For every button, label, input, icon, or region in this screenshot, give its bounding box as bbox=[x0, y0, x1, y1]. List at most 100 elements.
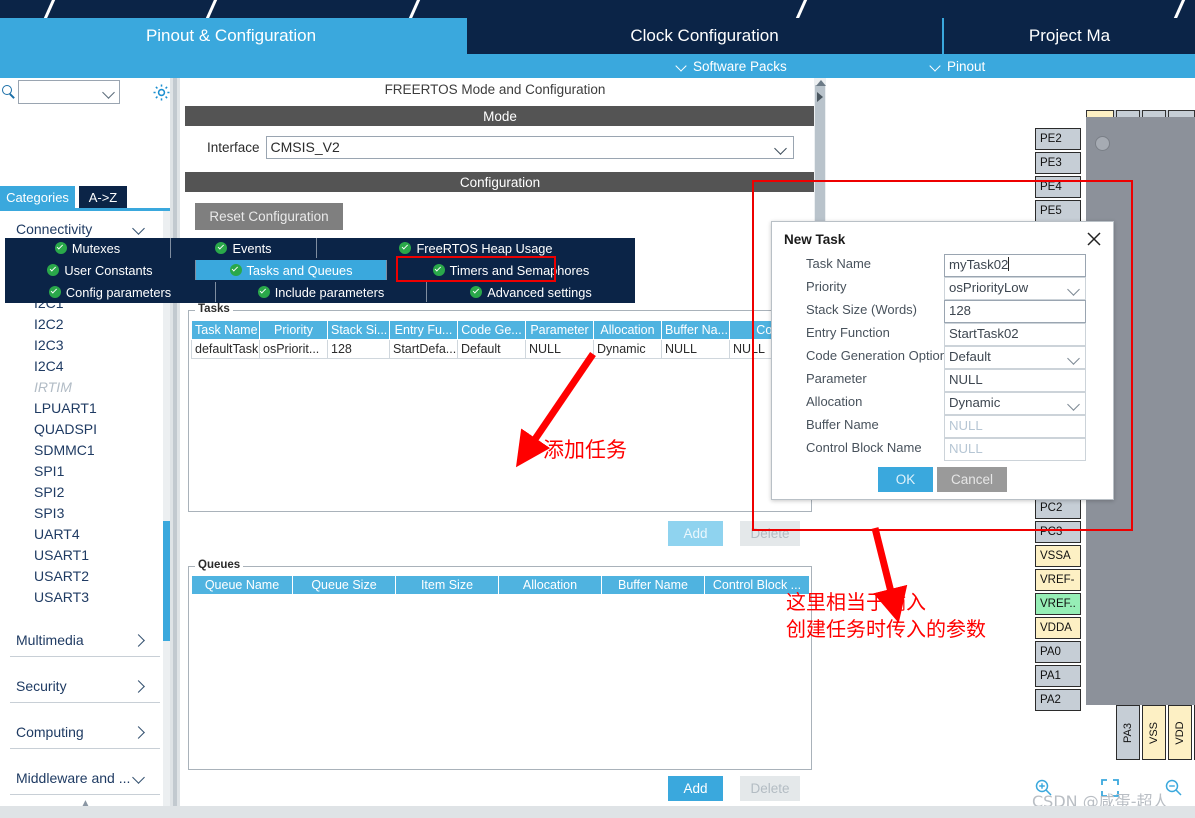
sidebar-item-quadspi[interactable]: QUADSPI bbox=[0, 419, 170, 440]
tasks-col-allocation[interactable]: Allocation bbox=[593, 320, 662, 340]
dialog-cancel-button[interactable]: Cancel bbox=[937, 467, 1007, 492]
cell-code-generation[interactable]: Default bbox=[457, 339, 526, 359]
scroll-right-arrow-icon[interactable] bbox=[817, 92, 823, 102]
sidebar-item-usart3[interactable]: USART3 bbox=[0, 587, 170, 608]
tab-advanced-settings[interactable]: Advanced settings bbox=[427, 282, 635, 302]
pin-vss[interactable]: VSS bbox=[1142, 705, 1166, 760]
control-block-name-input[interactable]: NULL bbox=[944, 438, 1086, 461]
tab-label: Events bbox=[232, 240, 272, 256]
tasks-add-button[interactable]: Add bbox=[668, 521, 723, 546]
check-circle-icon bbox=[48, 286, 61, 298]
cell-stack-size[interactable]: 128 bbox=[327, 339, 390, 359]
sidebar-item-usart1[interactable]: USART1 bbox=[0, 545, 170, 566]
pin-pe2[interactable]: PE2 bbox=[1035, 128, 1081, 150]
menu-software-packs[interactable]: Software Packs bbox=[676, 54, 787, 78]
sidebar-group-security[interactable]: Security bbox=[10, 668, 160, 703]
priority-select[interactable]: osPriorityLow bbox=[944, 277, 1086, 300]
queues-add-button[interactable]: Add bbox=[668, 776, 723, 801]
tasks-col-stack-size[interactable]: Stack Si... bbox=[327, 320, 390, 340]
pin-pa1[interactable]: PA1 bbox=[1035, 665, 1081, 687]
close-icon[interactable] bbox=[1085, 230, 1103, 248]
tasks-col-priority[interactable]: Priority bbox=[259, 320, 328, 340]
pin-vdda[interactable]: VDDA bbox=[1035, 617, 1081, 639]
queues-col-item-size[interactable]: Item Size bbox=[395, 575, 499, 595]
queues-col-queue-name[interactable]: Queue Name bbox=[191, 575, 293, 595]
sidebar-item-uart4[interactable]: UART4 bbox=[0, 524, 170, 545]
cell-priority[interactable]: osPriorit... bbox=[259, 339, 328, 359]
pin-pa3[interactable]: PA3 bbox=[1116, 705, 1140, 760]
field-value: 128 bbox=[949, 303, 972, 318]
cell-entry-function[interactable]: StartDefa... bbox=[389, 339, 458, 359]
pin-pa2[interactable]: PA2 bbox=[1035, 689, 1081, 711]
tasks-col-task-name[interactable]: Task Name bbox=[191, 320, 260, 340]
code-generation-option-select[interactable]: Default bbox=[944, 346, 1086, 369]
tasks-col-buffer-name[interactable]: Buffer Na... bbox=[661, 320, 730, 340]
tasks-col-parameter[interactable]: Parameter bbox=[525, 320, 594, 340]
pin-pe3[interactable]: PE3 bbox=[1035, 152, 1081, 174]
tab-clock-configuration[interactable]: Clock Configuration bbox=[467, 18, 942, 54]
sidebar-item-lpuart1[interactable]: LPUART1 bbox=[0, 398, 170, 419]
sidebar-item-spi2[interactable]: SPI2 bbox=[0, 482, 170, 503]
queues-col-buffer-name[interactable]: Buffer Name bbox=[601, 575, 705, 595]
button-label: Add bbox=[683, 526, 708, 541]
task-name-input[interactable]: myTask02 bbox=[944, 254, 1086, 277]
buffer-name-input[interactable]: NULL bbox=[944, 415, 1086, 438]
sidebar-item-usart2[interactable]: USART2 bbox=[0, 566, 170, 587]
sidebar-splitter[interactable] bbox=[170, 78, 180, 818]
chevron-down-icon bbox=[676, 61, 687, 72]
tab-categories[interactable]: Categories bbox=[0, 186, 75, 208]
pin-label: PE2 bbox=[1040, 133, 1062, 145]
tab-project-manager[interactable]: Project Ma bbox=[944, 18, 1195, 54]
pin-pa0[interactable]: PA0 bbox=[1035, 641, 1081, 663]
tab-user-constants[interactable]: User Constants bbox=[5, 260, 195, 280]
stack-size-input[interactable]: 128 bbox=[944, 300, 1086, 323]
pin-label: VDDA bbox=[1040, 622, 1072, 634]
sidebar-group-middleware[interactable]: Middleware and ... bbox=[10, 760, 160, 795]
tab-config-parameters[interactable]: Config parameters bbox=[5, 282, 215, 302]
tasks-col-code-generation[interactable]: Code Ge... bbox=[457, 320, 526, 340]
pin-vref-minus[interactable]: VREF- bbox=[1035, 569, 1081, 591]
sidebar-group-multimedia[interactable]: Multimedia bbox=[10, 622, 160, 657]
field-label: Priority bbox=[806, 279, 847, 294]
tab-events[interactable]: Events bbox=[171, 238, 316, 258]
tab-a-to-z[interactable]: A->Z bbox=[79, 186, 127, 208]
queues-col-queue-size[interactable]: Queue Size bbox=[292, 575, 396, 595]
sidebar-item-sdmmc1[interactable]: SDMMC1 bbox=[0, 440, 170, 461]
sidebar-item-spi1[interactable]: SPI1 bbox=[0, 461, 170, 482]
pin-vref-plus[interactable]: VREF.. bbox=[1035, 593, 1081, 615]
tab-pinout-configuration[interactable]: Pinout & Configuration bbox=[0, 18, 462, 54]
pin-vdd[interactable]: VDD bbox=[1168, 705, 1192, 760]
gear-icon[interactable] bbox=[152, 83, 171, 102]
scroll-up-arrow-icon[interactable] bbox=[816, 80, 826, 86]
pin-vssa[interactable]: VSSA bbox=[1035, 545, 1081, 567]
cell-parameter[interactable]: NULL bbox=[525, 339, 594, 359]
tab-include-parameters[interactable]: Include parameters bbox=[216, 282, 426, 302]
table-row[interactable]: defaultTask osPriorit... 128 StartDefa..… bbox=[191, 339, 810, 359]
menu-pinout[interactable]: Pinout bbox=[930, 54, 985, 78]
allocation-select[interactable]: Dynamic bbox=[944, 392, 1086, 415]
interface-select[interactable]: CMSIS_V2 bbox=[265, 136, 794, 159]
tab-freertos-heap-usage[interactable]: FreeRTOS Heap Usage bbox=[317, 238, 635, 258]
parameter-input[interactable]: NULL bbox=[944, 369, 1086, 392]
tab-tasks-and-queues[interactable]: Tasks and Queues bbox=[196, 260, 386, 280]
dialog-title: New Task bbox=[784, 232, 846, 247]
cell-buffer-name[interactable]: NULL bbox=[661, 339, 730, 359]
sidebar-item-spi3[interactable]: SPI3 bbox=[0, 503, 170, 524]
entry-function-input[interactable]: StartTask02 bbox=[944, 323, 1086, 346]
tasks-col-entry-function[interactable]: Entry Fu... bbox=[389, 320, 458, 340]
reset-configuration-button[interactable]: Reset Configuration bbox=[195, 203, 343, 230]
sidebar-scrollbar-thumb[interactable] bbox=[163, 521, 170, 641]
dialog-ok-button[interactable]: OK bbox=[878, 467, 933, 492]
cell-allocation[interactable]: Dynamic bbox=[593, 339, 662, 359]
queues-group-label: Queues bbox=[195, 559, 244, 571]
sidebar-group-computing[interactable]: Computing bbox=[10, 714, 160, 749]
chip-orientation-dot-icon bbox=[1095, 136, 1110, 151]
tab-label: Pinout & Configuration bbox=[145, 26, 317, 45]
sidebar-item-i2c3[interactable]: I2C3 bbox=[0, 335, 170, 356]
sidebar-item-i2c2[interactable]: I2C2 bbox=[0, 314, 170, 335]
tab-mutexes[interactable]: Mutexes bbox=[5, 238, 170, 258]
sidebar-item-i2c4[interactable]: I2C4 bbox=[0, 356, 170, 377]
cell-task-name[interactable]: defaultTask bbox=[191, 339, 260, 359]
search-input[interactable] bbox=[18, 80, 120, 104]
queues-col-allocation[interactable]: Allocation bbox=[498, 575, 602, 595]
